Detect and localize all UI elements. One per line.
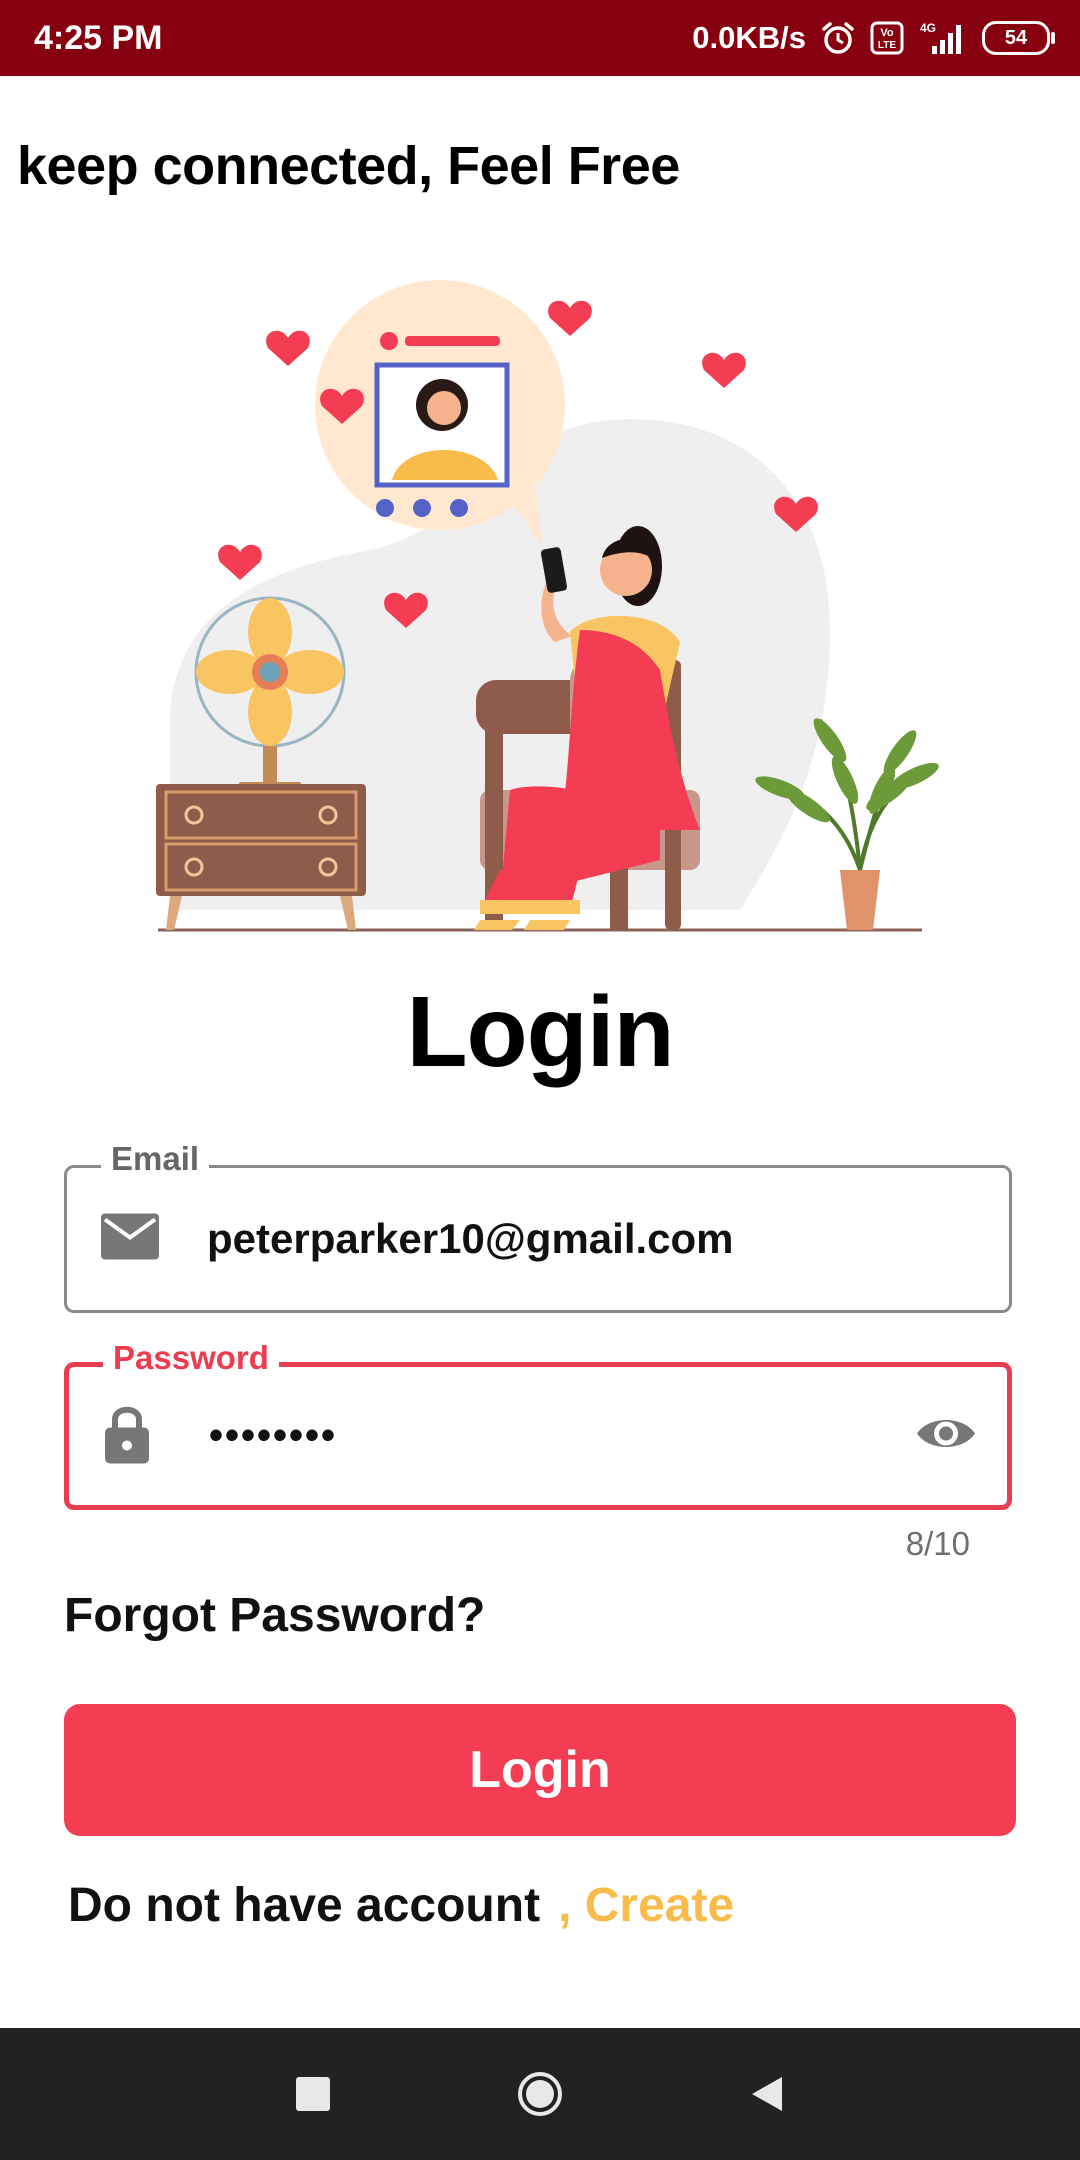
back-button[interactable] — [727, 2054, 807, 2134]
password-field[interactable]: Password •••••••• — [64, 1339, 1012, 1510]
battery-level: 54 — [1004, 26, 1028, 49]
eye-icon[interactable] — [915, 1414, 977, 1459]
create-account-link[interactable]: , Create — [558, 1878, 734, 1933]
recents-button[interactable] — [273, 2054, 353, 2134]
volte-icon: Vo LTE — [870, 21, 904, 55]
svg-text:Vo: Vo — [880, 27, 894, 39]
home-button[interactable] — [500, 2054, 580, 2134]
back-triangle-icon — [751, 2077, 782, 2111]
page-title: Login — [406, 976, 674, 1088]
password-value[interactable]: •••••••• — [209, 1414, 337, 1459]
status-indicators: 0.0KB/s Vo LTE 4G 54 — [692, 0, 1055, 76]
square-icon — [296, 2077, 331, 2111]
password-char-counter: 8/10 — [905, 1525, 970, 1562]
signup-prompt: Do not have account — [68, 1879, 541, 1932]
password-label: Password — [103, 1339, 279, 1377]
mail-icon — [101, 1213, 159, 1265]
alarm-icon — [820, 20, 856, 56]
signal-icon: 4G — [918, 20, 968, 56]
svg-text:LTE: LTE — [878, 40, 896, 51]
email-label: Email — [101, 1140, 210, 1178]
forgot-password-link[interactable]: Forgot Password? — [64, 1588, 485, 1643]
battery-icon: 54 — [982, 21, 1055, 55]
status-time: 4:25 PM — [34, 19, 163, 57]
login-button[interactable]: Login — [64, 1704, 1016, 1836]
signup-row: Do not have account , Create — [68, 1878, 734, 1933]
network-speed: 0.0KB/s — [692, 20, 806, 55]
network-type: 4G — [920, 21, 936, 35]
tagline: keep connected, Feel Free — [17, 136, 680, 196]
circle-icon — [517, 2072, 562, 2116]
email-value[interactable]: peterparker10@gmail.com — [207, 1215, 734, 1263]
woman-on-chair-illustration — [156, 280, 939, 932]
navigation-bar — [0, 2028, 1080, 2160]
email-field[interactable]: Email peterparker10@gmail.com — [64, 1140, 1012, 1313]
lock-icon — [103, 1404, 151, 1469]
status-bar: 4:25 PM 0.0KB/s Vo LTE 4G 54 — [0, 0, 1080, 76]
